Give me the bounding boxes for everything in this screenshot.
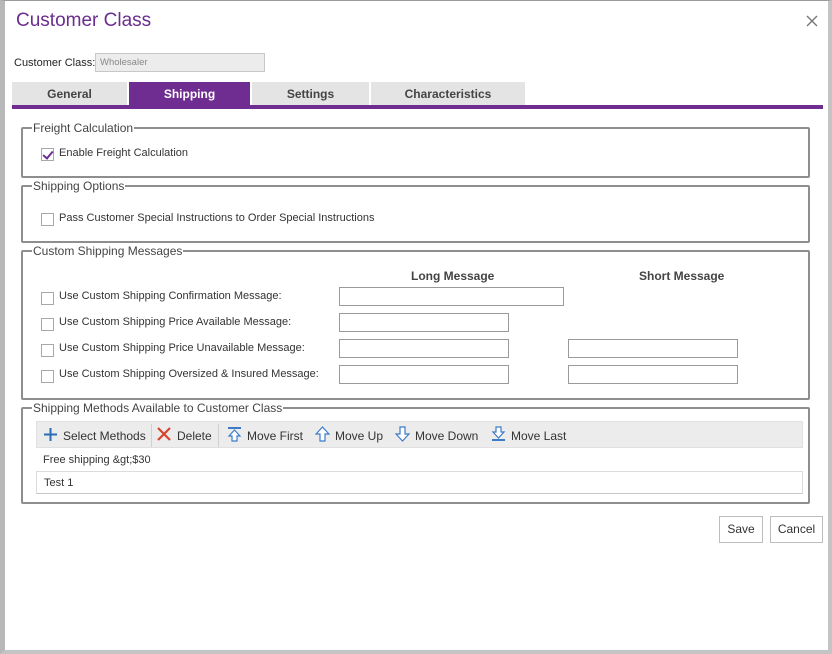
pass-instructions-checkbox[interactable] xyxy=(41,213,54,226)
price-unavailable-long-input[interactable] xyxy=(339,339,509,358)
price-unavailable-checkbox[interactable] xyxy=(41,344,54,357)
move-first-label: Move First xyxy=(247,428,304,443)
oversized-insured-long-input[interactable] xyxy=(339,365,509,384)
arrow-up-icon xyxy=(314,426,335,445)
freight-calculation-legend: Freight Calculation xyxy=(33,121,134,135)
move-last-button[interactable]: Move Last xyxy=(491,422,566,449)
toolbar-separator xyxy=(151,424,152,447)
save-button[interactable]: Save xyxy=(719,516,763,543)
shipping-methods-legend: Shipping Methods Available to Customer C… xyxy=(33,401,283,415)
enable-freight-label: Enable Freight Calculation xyxy=(59,147,189,159)
oversized-insured-checkbox[interactable] xyxy=(41,370,54,383)
tab-characteristics[interactable]: Characteristics xyxy=(371,82,527,106)
price-available-label: Use Custom Shipping Price Available Mess… xyxy=(59,316,292,328)
customer-class-field[interactable]: Wholesaler xyxy=(95,53,265,72)
confirmation-long-input[interactable] xyxy=(339,287,564,306)
toolbar-separator xyxy=(218,424,219,447)
oversized-insured-label: Use Custom Shipping Oversized & Insured … xyxy=(59,368,319,380)
confirmation-message-label: Use Custom Shipping Confirmation Message… xyxy=(59,290,282,302)
pass-instructions-label: Pass Customer Special Instructions to Or… xyxy=(59,212,375,224)
move-last-label: Move Last xyxy=(511,428,567,443)
delete-label: Delete xyxy=(177,428,212,443)
enable-freight-checkbox[interactable] xyxy=(41,148,54,161)
select-methods-button[interactable]: Select Methods xyxy=(43,422,146,449)
delete-button[interactable]: Delete xyxy=(156,422,212,449)
move-first-icon xyxy=(227,426,247,445)
methods-toolbar: Select Methods Delete Move First Move Up xyxy=(36,421,803,448)
price-available-checkbox[interactable] xyxy=(41,318,54,331)
tab-strip: General Shipping Settings Characteristic… xyxy=(12,82,527,106)
close-icon[interactable] xyxy=(804,13,820,29)
move-up-label: Move Up xyxy=(335,428,384,443)
move-up-button[interactable]: Move Up xyxy=(314,422,384,449)
long-message-header: Long Message xyxy=(411,269,495,283)
move-down-label: Move Down xyxy=(415,428,479,443)
tab-shipping[interactable]: Shipping xyxy=(129,82,252,106)
price-available-long-input[interactable] xyxy=(339,313,509,332)
plus-icon xyxy=(43,427,63,445)
short-message-header: Short Message xyxy=(639,269,725,283)
arrow-down-icon xyxy=(394,426,415,445)
move-first-button[interactable]: Move First xyxy=(227,422,303,449)
confirmation-message-checkbox[interactable] xyxy=(41,292,54,305)
move-down-button[interactable]: Move Down xyxy=(394,422,479,449)
oversized-insured-short-input[interactable] xyxy=(568,365,738,384)
list-item[interactable]: Free shipping &gt;$30 xyxy=(36,449,803,472)
tab-general[interactable]: General xyxy=(12,82,129,106)
delete-icon xyxy=(156,426,177,445)
list-item[interactable]: Test 1 xyxy=(36,471,803,494)
custom-messages-legend: Custom Shipping Messages xyxy=(33,244,183,258)
price-unavailable-short-input[interactable] xyxy=(568,339,738,358)
move-last-icon xyxy=(491,426,511,445)
cancel-button[interactable]: Cancel xyxy=(770,516,823,543)
customer-class-label: Customer Class: xyxy=(14,57,96,69)
tab-settings[interactable]: Settings xyxy=(252,82,371,106)
dialog-frame: Customer Class Customer Class: Wholesale… xyxy=(0,0,832,654)
select-methods-label: Select Methods xyxy=(63,428,146,443)
shipping-options-legend: Shipping Options xyxy=(33,179,125,193)
tab-underline xyxy=(12,105,823,109)
price-unavailable-label: Use Custom Shipping Price Unavailable Me… xyxy=(59,342,305,354)
dialog-title: Customer Class xyxy=(16,10,152,31)
